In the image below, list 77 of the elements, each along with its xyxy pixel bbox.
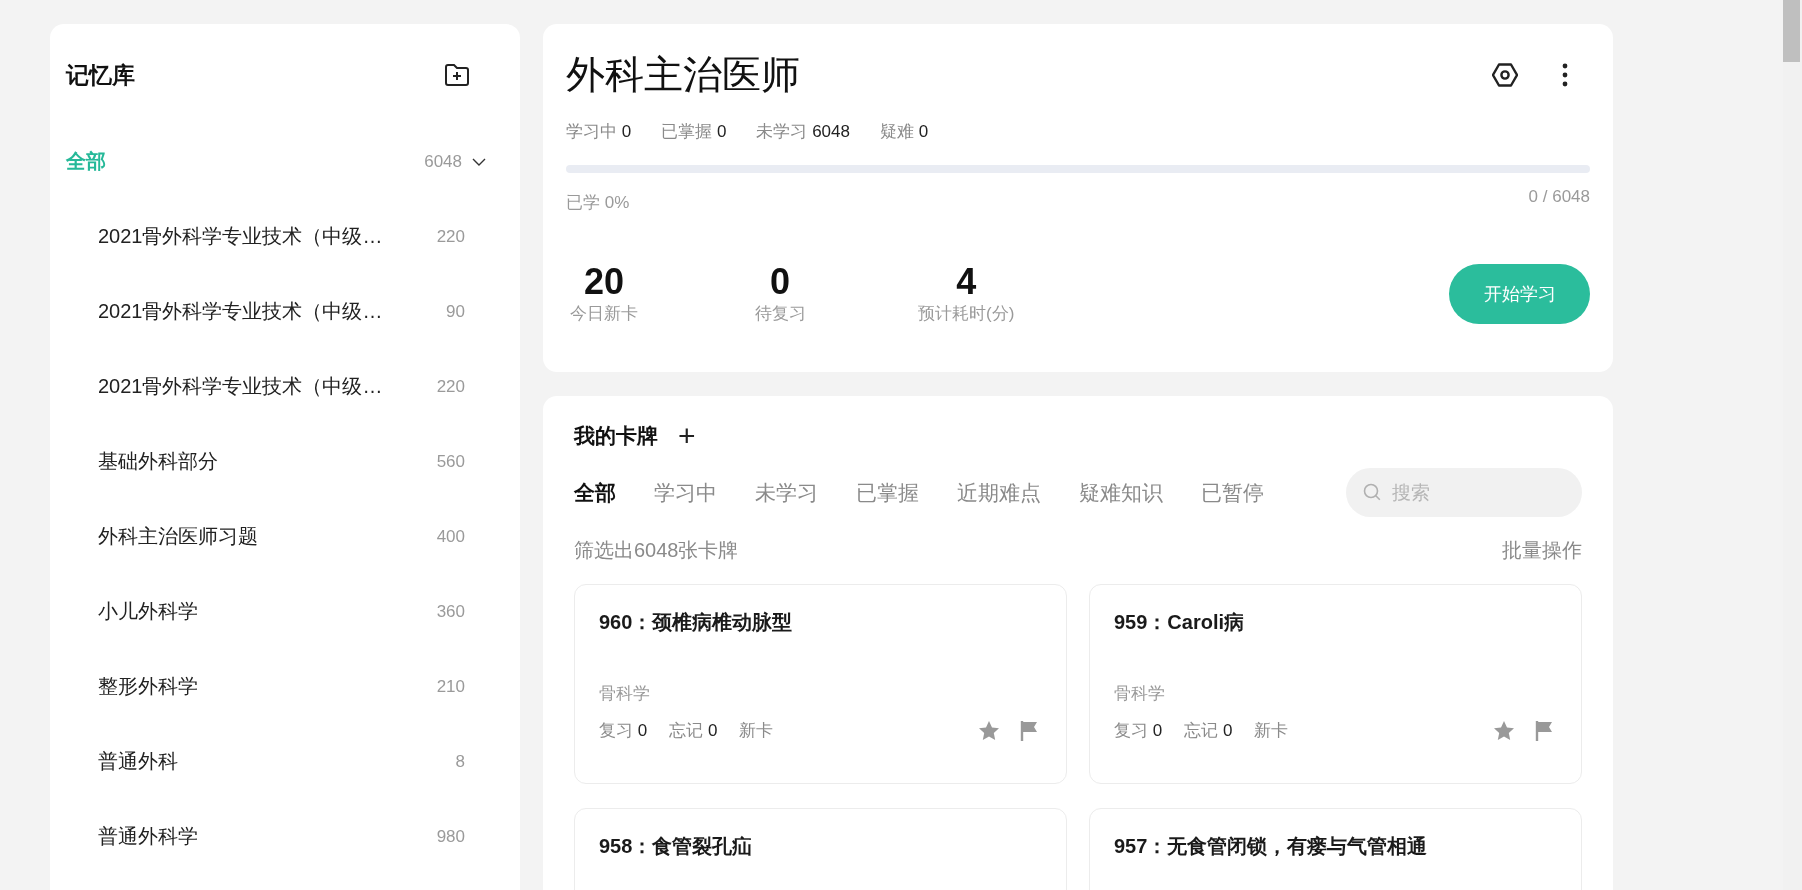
sidebar-item[interactable]: 2021骨外科学专业技术（中级… 220: [66, 349, 520, 424]
forget-count: 忘记 0: [669, 720, 718, 742]
card-status: 新卡: [739, 720, 774, 742]
filter-summary: 筛选出6048张卡牌: [574, 538, 739, 563]
batch-button[interactable]: 批量操作: [1502, 537, 1582, 564]
item-count: 980: [436, 826, 465, 847]
flash-card[interactable]: 958：食管裂孔疝: [574, 808, 1067, 890]
sidebar-item-label: 普通外科学: [98, 824, 199, 849]
settings-icon[interactable]: [1492, 62, 1518, 88]
flash-card[interactable]: 959：Caroli病 骨科学 复习 0 忘记 0 新卡: [1089, 584, 1582, 784]
stat-text: 未学习 6048: [756, 121, 850, 143]
flash-card[interactable]: 960：颈椎病椎动脉型 骨科学 复习 0 忘记 0 新卡: [574, 584, 1067, 784]
flag-icon[interactable]: [1020, 720, 1038, 741]
item-count: 220: [436, 226, 465, 247]
sidebar-item-label: 整形外科学: [98, 674, 199, 699]
search-icon: [1363, 483, 1381, 501]
search-field[interactable]: 搜索: [1346, 468, 1582, 517]
chevron-icon[interactable]: [472, 157, 486, 166]
sidebar-item-label: 2021骨外科学专业技术（中级…: [98, 224, 384, 249]
sidebar-item[interactable]: 普通外科 8: [66, 724, 520, 799]
filter-tab[interactable]: 近期难点: [957, 478, 1041, 507]
sidebar-item[interactable]: 整形外科学 210: [66, 649, 520, 724]
item-count: 8: [455, 751, 465, 772]
summary-label: 预计耗时(分): [918, 303, 1015, 325]
sidebar-item-label: 外科主治医师习题: [98, 524, 259, 549]
summary-value: 20: [583, 262, 624, 302]
sidebar-item-label: 全部: [66, 149, 107, 174]
review-count: 复习 0: [1114, 720, 1163, 742]
filter-tab[interactable]: 疑难知识: [1079, 478, 1163, 507]
scrollbar-thumb[interactable]: [1783, 0, 1800, 62]
stat-text: 已掌握 0: [661, 121, 727, 143]
panel-title: 我的卡牌: [574, 423, 658, 449]
star-icon[interactable]: [978, 720, 1000, 741]
progress-reading: 0 / 6048: [1528, 187, 1590, 208]
item-count: 90: [446, 301, 465, 322]
item-count: 6048: [424, 151, 462, 172]
add-folder-icon[interactable]: [444, 63, 470, 87]
deck-title: 外科主治医师: [566, 52, 800, 98]
filter-tab[interactable]: 全部: [574, 478, 616, 507]
sidebar-item-label: 普通外科: [98, 749, 179, 774]
card-title: 957：无食管闭锁，有瘘与气管相通: [1114, 834, 1429, 859]
card-category: 骨科学: [599, 683, 651, 705]
sidebar-item[interactable]: 2021骨外科学专业技术（中级… 220: [66, 199, 520, 274]
stat-text: 学习中 0: [566, 121, 632, 143]
sidebar-item-label: 2021骨外科学专业技术（中级…: [98, 374, 384, 399]
flag-icon[interactable]: [1535, 720, 1553, 741]
sidebar-item[interactable]: 2021骨外科学专业技术（中级… 90: [66, 274, 520, 349]
sidebar-item[interactable]: 普通外科学 980: [66, 799, 520, 874]
sidebar-title: 记忆库: [66, 60, 135, 90]
card-title: 958：食管裂孔疝: [599, 834, 754, 859]
item-count: 400: [436, 526, 465, 547]
card-status: 新卡: [1254, 720, 1289, 742]
stat-text: 疑难 0: [879, 121, 929, 143]
forget-count: 忘记 0: [1184, 720, 1233, 742]
sidebar-item[interactable]: 基础外科部分 560: [66, 424, 520, 499]
progress-label: 已学 0%: [566, 192, 630, 214]
card-category: 骨科学: [1114, 683, 1166, 705]
sidebar-item[interactable]: 外科主治医师习题 400: [66, 499, 520, 574]
star-icon[interactable]: [1493, 720, 1515, 741]
add-button[interactable]: +: [678, 422, 696, 450]
card-title: 960：颈椎病椎动脉型: [599, 610, 794, 635]
sidebar-item-label: 基础外科部分: [98, 449, 219, 474]
sidebar-item-label: 小儿外科学: [98, 599, 199, 624]
flash-card[interactable]: 957：无食管闭锁，有瘘与气管相通: [1089, 808, 1582, 890]
item-count: 220: [436, 376, 465, 397]
item-count: 360: [436, 601, 465, 622]
summary-value: 4: [956, 262, 977, 302]
summary-label: 今日新卡: [570, 303, 638, 325]
item-count: 560: [436, 451, 465, 472]
review-count: 复习 0: [599, 720, 648, 742]
summary-value: 0: [770, 262, 790, 302]
more-icon[interactable]: [1562, 63, 1568, 87]
summary-label: 待复习: [754, 303, 806, 325]
sidebar-item-label: 2021骨外科学专业技术（中级…: [98, 299, 384, 324]
sidebar-item[interactable]: 小儿外科学 360: [66, 574, 520, 649]
item-count: 210: [436, 676, 465, 697]
card-title: 959：Caroli病: [1114, 610, 1246, 635]
